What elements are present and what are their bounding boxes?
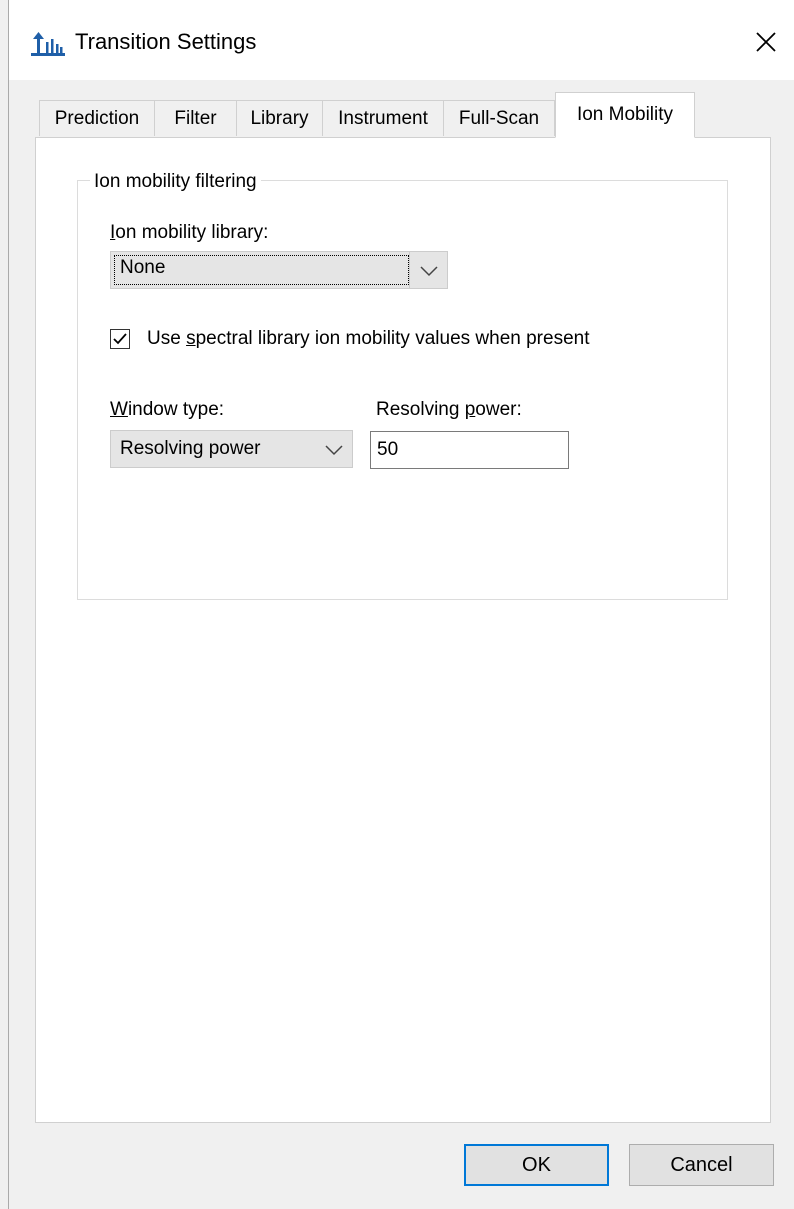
tab-label: Instrument — [338, 107, 428, 129]
tab-label: Ion Mobility — [576, 104, 674, 125]
resolving-power-label: Resolving power: — [376, 399, 522, 421]
tab-label: Library — [250, 107, 309, 129]
label-text: Resolving — [376, 399, 465, 420]
ok-button[interactable]: OK — [464, 1144, 609, 1186]
focus-rect — [114, 255, 409, 285]
title-bar: Transition Settings — [9, 0, 794, 80]
label-text: indow type: — [127, 399, 225, 420]
chevron-down-icon — [420, 266, 438, 277]
group-legend: Ion mobility filtering — [90, 171, 261, 193]
tab-full-scan[interactable]: Full-Scan — [443, 100, 555, 136]
tab-prediction[interactable]: Prediction — [39, 100, 155, 136]
button-label: OK — [522, 1153, 551, 1176]
tab-label: Full-Scan — [458, 107, 540, 129]
resolving-power-input[interactable] — [370, 431, 569, 469]
mnemonic: W — [110, 399, 128, 420]
button-label: Cancel — [670, 1153, 733, 1176]
mnemonic: s — [186, 328, 196, 349]
tab-filter[interactable]: Filter — [154, 100, 237, 136]
use-spectral-label[interactable]: Use spectral library ion mobility values… — [147, 328, 590, 350]
tab-label: Filter — [174, 107, 217, 129]
tab-library[interactable]: Library — [236, 100, 323, 136]
app-icon — [31, 30, 65, 56]
transition-settings-dialog: Transition Settings Prediction Filter Li… — [8, 0, 794, 1209]
label-text: pectral library ion mobility values when… — [195, 328, 590, 349]
checkmark-icon — [113, 333, 127, 345]
combo-divider — [409, 252, 410, 288]
close-icon — [756, 32, 776, 52]
mnemonic: p — [464, 399, 476, 420]
ion-mobility-tab-panel: Ion mobility filtering Ion mobility libr… — [35, 137, 771, 1123]
use-spectral-checkbox[interactable] — [110, 329, 130, 349]
ion-mobility-library-label: Ion mobility library: — [110, 222, 268, 244]
window-type-select[interactable]: Resolving power — [110, 430, 353, 468]
label-text: ower: — [475, 399, 522, 420]
tab-label: Prediction — [54, 107, 140, 129]
cancel-button[interactable]: Cancel — [629, 1144, 774, 1186]
window-type-label: Window type: — [110, 399, 224, 421]
resolving-power-field[interactable] — [377, 438, 557, 462]
select-value: Resolving power — [120, 438, 261, 459]
tab-ion-mobility[interactable]: Ion Mobility — [555, 92, 695, 138]
tab-instrument[interactable]: Instrument — [322, 100, 444, 136]
label-text: Use — [147, 328, 187, 349]
window-title: Transition Settings — [75, 29, 257, 54]
label-text: on mobility library: — [115, 222, 269, 243]
chevron-down-icon — [325, 445, 343, 456]
close-button[interactable] — [741, 18, 791, 66]
ion-mobility-library-select[interactable]: None — [110, 251, 448, 289]
